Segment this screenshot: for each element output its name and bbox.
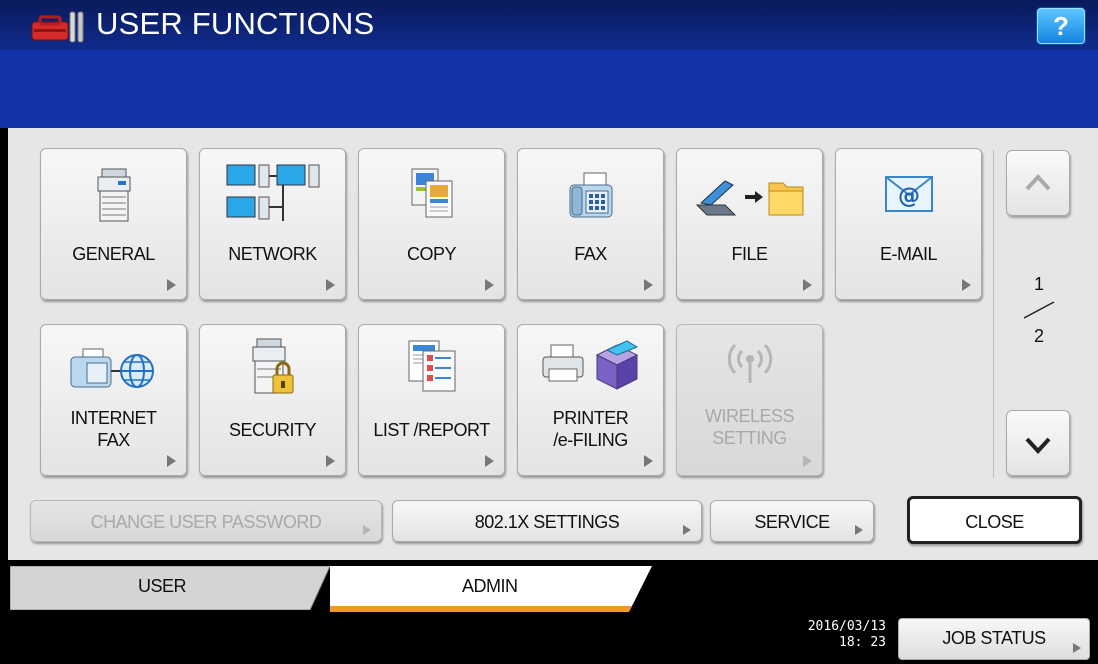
list-report-label: LIST /REPORT <box>373 420 490 440</box>
page-indicator: 1 2 <box>1014 272 1064 352</box>
copier-icon <box>97 168 130 222</box>
list-report-icon <box>408 340 455 392</box>
arrow-right-icon <box>363 525 371 535</box>
network-label: NETWORK <box>228 244 317 264</box>
printer-label-line1: PRINTER <box>552 408 629 428</box>
slash-divider <box>1023 301 1055 319</box>
list-report-button[interactable]: LIST /REPORT <box>358 324 505 476</box>
arrow-right-icon <box>1073 643 1081 653</box>
service-label: SERVICE <box>754 512 830 532</box>
scan-to-folder-icon <box>695 180 803 216</box>
file-button[interactable]: FILE <box>676 148 823 300</box>
wireless-label-line2: SETTING <box>712 428 787 448</box>
arrow-right-icon <box>803 279 812 291</box>
time-text: 18: 23 <box>839 635 886 650</box>
scroll-down-button[interactable] <box>1006 410 1070 476</box>
toolbox-icon <box>31 11 84 43</box>
wireless-label-line1: WIRELESS <box>704 406 795 426</box>
close-button[interactable]: CLOSE <box>907 496 1082 544</box>
svg-text:@: @ <box>898 184 920 209</box>
802-1x-settings-button[interactable]: 802.1X SETTINGS <box>392 500 702 542</box>
tab-admin-label: ADMIN <box>462 576 518 596</box>
arrow-right-icon <box>803 455 812 467</box>
arrow-right-icon <box>855 525 863 535</box>
copy-icon <box>411 168 452 218</box>
help-button[interactable]: ? <box>1037 8 1085 44</box>
security-copier-icon <box>252 338 293 394</box>
copy-button[interactable]: COPY <box>358 148 505 300</box>
network-button[interactable]: NETWORK <box>199 148 346 300</box>
fax-icon <box>569 172 612 218</box>
job-status-button[interactable]: JOB STATUS <box>898 618 1090 660</box>
job-status-label: JOB STATUS <box>942 628 1046 648</box>
email-label: E-MAIL <box>879 244 938 264</box>
security-button[interactable]: SECURITY <box>199 324 346 476</box>
email-button[interactable]: @ E-MAIL <box>835 148 982 300</box>
email-icon: @ <box>884 176 933 212</box>
arrow-right-icon <box>485 279 494 291</box>
arrow-right-icon <box>683 525 691 535</box>
802-1x-settings-label: 802.1X SETTINGS <box>474 512 620 532</box>
wireless-icon <box>727 343 772 383</box>
scroll-up-button[interactable] <box>1006 150 1070 216</box>
internet-fax-button[interactable]: INTERNET FAX <box>40 324 187 476</box>
chevron-down-icon <box>1025 437 1051 454</box>
arrow-right-icon <box>167 279 176 291</box>
internet-fax-label-line2: FAX <box>97 430 130 450</box>
fax-button[interactable]: FAX <box>517 148 664 300</box>
tab-user-label: USER <box>138 576 187 596</box>
internet-fax-icon <box>70 348 154 388</box>
arrow-right-icon <box>326 279 335 291</box>
internet-fax-label-line1: INTERNET <box>70 408 158 428</box>
change-user-password-label: CHANGE USER PASSWORD <box>90 512 322 532</box>
chevron-up-icon <box>1025 174 1051 191</box>
close-label: CLOSE <box>965 512 1024 532</box>
printer-label-line2: /e-FILING <box>553 430 628 450</box>
page-title: USER FUNCTIONS <box>96 6 375 41</box>
file-label: FILE <box>731 244 768 264</box>
arrow-right-icon <box>644 279 653 291</box>
datetime: 2016/03/13 18: 23 <box>788 619 886 651</box>
arrow-right-icon <box>167 455 176 467</box>
fax-label: FAX <box>574 244 607 264</box>
service-button[interactable]: SERVICE <box>710 500 874 542</box>
general-label: GENERAL <box>72 244 155 264</box>
change-user-password-button[interactable]: CHANGE USER PASSWORD <box>30 500 382 542</box>
printer-box-icon <box>542 340 638 390</box>
general-button[interactable]: GENERAL <box>40 148 187 300</box>
copy-label: COPY <box>406 244 457 264</box>
arrow-right-icon <box>485 455 494 467</box>
arrow-right-icon <box>644 455 653 467</box>
date-text: 2016/03/13 <box>807 619 886 634</box>
network-icon <box>226 164 319 221</box>
arrow-right-icon <box>962 279 971 291</box>
wireless-setting-button[interactable]: WIRELESS SETTING <box>676 324 823 476</box>
total-pages: 2 <box>1034 326 1045 346</box>
current-page: 1 <box>1034 274 1045 294</box>
divider <box>993 150 994 478</box>
security-label: SECURITY <box>228 420 317 440</box>
arrow-right-icon <box>326 455 335 467</box>
printer-efiling-button[interactable]: PRINTER /e-FILING <box>517 324 664 476</box>
